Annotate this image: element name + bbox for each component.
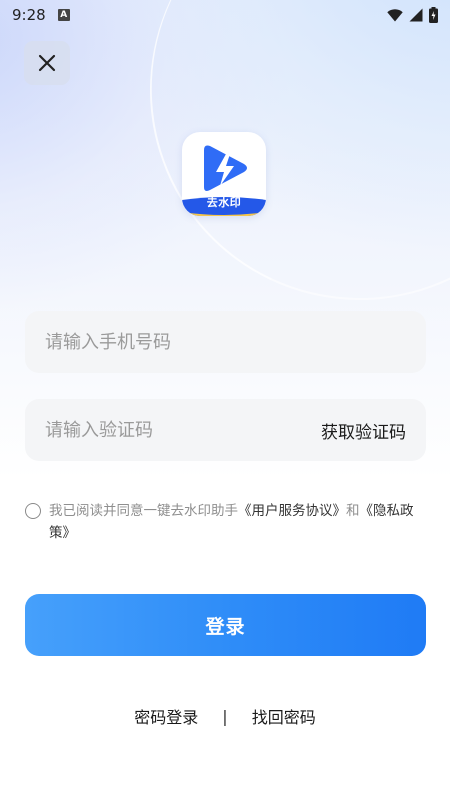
logo-text: 去水印 <box>206 196 242 209</box>
background-curve <box>90 0 450 360</box>
battery-icon <box>429 7 438 23</box>
phone-input[interactable] <box>45 331 406 353</box>
signal-icon <box>409 8 423 22</box>
password-login-link[interactable]: 密码登录 <box>134 704 198 728</box>
wifi-icon <box>387 8 403 21</box>
code-field: 获取验证码 <box>25 399 426 461</box>
notification-icon: A <box>57 9 70 21</box>
phone-field <box>25 311 426 373</box>
agreement-connector: 和 <box>346 503 360 519</box>
code-input[interactable] <box>45 419 321 441</box>
agreement-text: 我已阅读并同意一键去水印助手《用户服务协议》和《隐私政策》 <box>49 500 430 544</box>
app-logo: 去水印 <box>182 132 266 216</box>
agreement-row: 我已阅读并同意一键去水印助手《用户服务协议》和《隐私政策》 <box>25 500 430 544</box>
status-time: 9:28 <box>12 6 46 24</box>
close-icon <box>38 54 56 72</box>
recover-password-link[interactable]: 找回密码 <box>252 704 316 728</box>
login-button[interactable]: 登录 <box>25 594 426 656</box>
status-bar: 9:28 A <box>0 0 450 30</box>
login-screen: 9:28 A 去水印 请输入手机号码 请输入验证码 获取验证码 我已阅读并同意一… <box>0 0 450 800</box>
close-button[interactable] <box>24 41 70 85</box>
bottom-links: 密码登录 | 找回密码 <box>0 704 450 728</box>
user-agreement-link[interactable]: 《用户服务协议》 <box>238 503 346 519</box>
get-code-button[interactable]: 获取验证码 <box>321 418 406 443</box>
agreement-checkbox[interactable] <box>25 503 41 519</box>
status-icons <box>387 7 438 23</box>
link-separator: | <box>222 706 228 726</box>
agreement-prefix: 我已阅读并同意一键去水印助手 <box>49 503 238 519</box>
